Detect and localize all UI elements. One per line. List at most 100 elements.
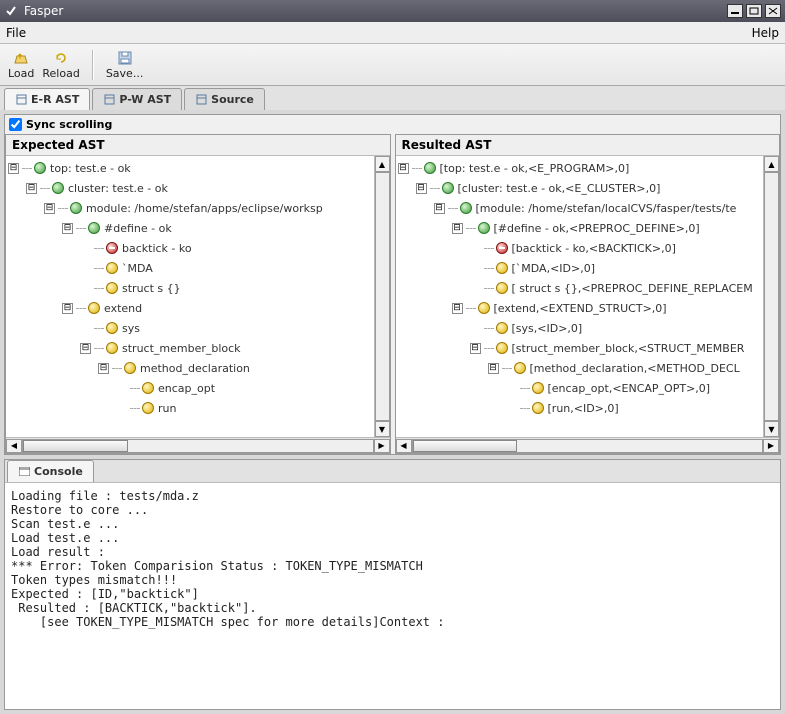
tree-node[interactable]: ⊟extend	[8, 298, 388, 318]
reload-button[interactable]: Reload	[42, 50, 79, 80]
console-output[interactable]: Loading file : tests/mda.z Restore to co…	[5, 482, 780, 709]
scroll-left-button[interactable]: ◀	[396, 439, 412, 453]
tree-connector	[502, 368, 512, 369]
tree-node[interactable]: ⊟cluster: test.e - ok	[8, 178, 388, 198]
status-warn-icon	[532, 382, 544, 394]
status-ok-icon	[442, 182, 454, 194]
scroll-down-button[interactable]: ▼	[764, 421, 779, 437]
tree-toggle[interactable]: ⊟	[398, 163, 409, 174]
menu-help[interactable]: Help	[752, 26, 779, 40]
tree-toggle[interactable]: ⊟	[452, 223, 463, 234]
horizontal-scrollbar[interactable]: ◀ ▶	[396, 437, 780, 453]
tree-toggle[interactable]: ⊟	[62, 303, 73, 314]
scroll-up-button[interactable]: ▲	[375, 156, 390, 172]
tree-node[interactable]: encap_opt	[8, 378, 388, 398]
tree-toggle[interactable]: ⊟	[488, 363, 499, 374]
tree-node[interactable]: [run,<ID>,0]	[398, 398, 778, 418]
tree-node[interactable]: ⊟ method_declaration	[8, 358, 388, 378]
tree-node[interactable]: `MDA	[8, 258, 388, 278]
resulted-ast-title: Resulted AST	[396, 135, 780, 156]
tree-node-label: method_declaration	[140, 362, 250, 375]
tree-toggle[interactable]: ⊟	[98, 363, 109, 374]
tree-node-label: `MDA	[122, 262, 153, 275]
sync-scrolling-checkbox[interactable]	[9, 118, 22, 131]
tree-connector	[22, 168, 32, 169]
status-warn-icon	[496, 282, 508, 294]
reload-label: Reload	[42, 67, 79, 80]
tree-node[interactable]: ⊟ module: /home/stefan/apps/eclipse/works…	[8, 198, 388, 218]
status-ok-icon	[478, 222, 490, 234]
tree-toggle[interactable]: ⊟	[434, 203, 445, 214]
reload-icon	[52, 50, 70, 66]
tree-toggle[interactable]: ⊟	[452, 303, 463, 314]
tree-toggle[interactable]: ⊟	[80, 343, 91, 354]
tree-connector	[466, 228, 476, 229]
tree-leaf-icon	[470, 323, 481, 334]
tree-connector	[430, 188, 440, 189]
tree-node[interactable]: [encap_opt,<ENCAP_OPT>,0]	[398, 378, 778, 398]
tree-node[interactable]: run	[8, 398, 388, 418]
scroll-right-button[interactable]: ▶	[763, 439, 779, 453]
tree-connector	[520, 408, 530, 409]
tree-node[interactable]: ⊟top: test.e - ok	[8, 158, 388, 178]
scroll-left-button[interactable]: ◀	[6, 439, 22, 453]
scroll-up-button[interactable]: ▲	[764, 156, 779, 172]
vertical-scrollbar[interactable]: ▲ ▼	[374, 156, 390, 437]
tree-leaf-icon	[116, 383, 127, 394]
tree-node-label: [run,<ID>,0]	[548, 402, 619, 415]
tree-toggle[interactable]: ⊟	[8, 163, 19, 174]
status-ok-icon	[52, 182, 64, 194]
tree-toggle[interactable]: ⊟	[62, 223, 73, 234]
expected-ast-panel: Expected AST ⊟top: test.e - ok⊟cluster: …	[5, 134, 391, 454]
tree-node[interactable]: [backtick - ko,<BACKTICK>,0]	[398, 238, 778, 258]
tree-node[interactable]: ⊟[#define - ok,<PREPROC_DEFINE>,0]	[398, 218, 778, 238]
console-icon	[18, 466, 30, 478]
tree-toggle[interactable]: ⊟	[470, 343, 481, 354]
tab-p-w-ast[interactable]: P-W AST	[92, 88, 182, 110]
scroll-down-button[interactable]: ▼	[375, 421, 390, 437]
save-button[interactable]: Save...	[106, 50, 144, 80]
maximize-button[interactable]	[746, 4, 762, 18]
tab-source[interactable]: Source	[184, 88, 265, 110]
tree-node-label: [top: test.e - ok,<E_PROGRAM>,0]	[440, 162, 630, 175]
expected-ast-tree[interactable]: ⊟top: test.e - ok⊟cluster: test.e - ok⊟m…	[6, 156, 390, 420]
tree-node[interactable]: [`MDA,<ID>,0]	[398, 258, 778, 278]
resulted-ast-tree[interactable]: ⊟ [top: test.e - ok,<E_PROGRAM>,0] ⊟[clust…	[396, 156, 780, 420]
tree-node[interactable]: backtick - ko	[8, 238, 388, 258]
tab-label: Source	[211, 93, 254, 106]
status-ok-icon	[424, 162, 436, 174]
close-button[interactable]	[765, 4, 781, 18]
tree-node[interactable]: ⊟[extend,<EXTEND_STRUCT>,0]	[398, 298, 778, 318]
tree-toggle[interactable]: ⊟	[26, 183, 37, 194]
toolbar: Load Reload Save...	[0, 44, 785, 86]
tree-node[interactable]: ⊟[cluster: test.e - ok,<E_CLUSTER>,0]	[398, 178, 778, 198]
menu-file[interactable]: File	[6, 26, 26, 40]
tab-e-r-ast[interactable]: E-R AST	[4, 88, 90, 110]
tree-node-label: module: /home/stefan/apps/eclipse/worksp	[86, 202, 323, 215]
tree-connector	[448, 208, 458, 209]
status-ok-icon	[460, 202, 472, 214]
status-warn-icon	[478, 302, 490, 314]
tree-node[interactable]: ⊟struct_member_block	[8, 338, 388, 358]
tree-node[interactable]: [ struct s {},<PREPROC_DEFINE_REPLACEM	[398, 278, 778, 298]
scroll-right-button[interactable]: ▶	[374, 439, 390, 453]
status-warn-icon	[532, 402, 544, 414]
horizontal-scrollbar[interactable]: ◀ ▶	[6, 437, 390, 453]
tree-node[interactable]: ⊟[module: /home/stefan/localCVS/fasper/t…	[398, 198, 778, 218]
tree-node[interactable]: ⊟[method_declaration,<METHOD_DECL	[398, 358, 778, 378]
tree-node[interactable]: sys	[8, 318, 388, 338]
tree-toggle[interactable]: ⊟	[416, 183, 427, 194]
minimize-button[interactable]	[727, 4, 743, 18]
tab-icon	[195, 94, 207, 106]
tree-toggle[interactable]: ⊟	[44, 203, 55, 214]
load-button[interactable]: Load	[8, 50, 34, 80]
tree-node-label: [ struct s {},<PREPROC_DEFINE_REPLACEM	[512, 282, 753, 295]
vertical-scrollbar[interactable]: ▲ ▼	[763, 156, 779, 437]
tab-console[interactable]: Console	[7, 460, 94, 482]
tree-node[interactable]: [sys,<ID>,0]	[398, 318, 778, 338]
tree-node[interactable]: struct s {}	[8, 278, 388, 298]
tree-connector	[94, 288, 104, 289]
tree-node[interactable]: ⊟ [top: test.e - ok,<E_PROGRAM>,0]	[398, 158, 778, 178]
tree-node[interactable]: ⊟[struct_member_block,<STRUCT_MEMBER	[398, 338, 778, 358]
tree-node[interactable]: ⊟#define - ok	[8, 218, 388, 238]
